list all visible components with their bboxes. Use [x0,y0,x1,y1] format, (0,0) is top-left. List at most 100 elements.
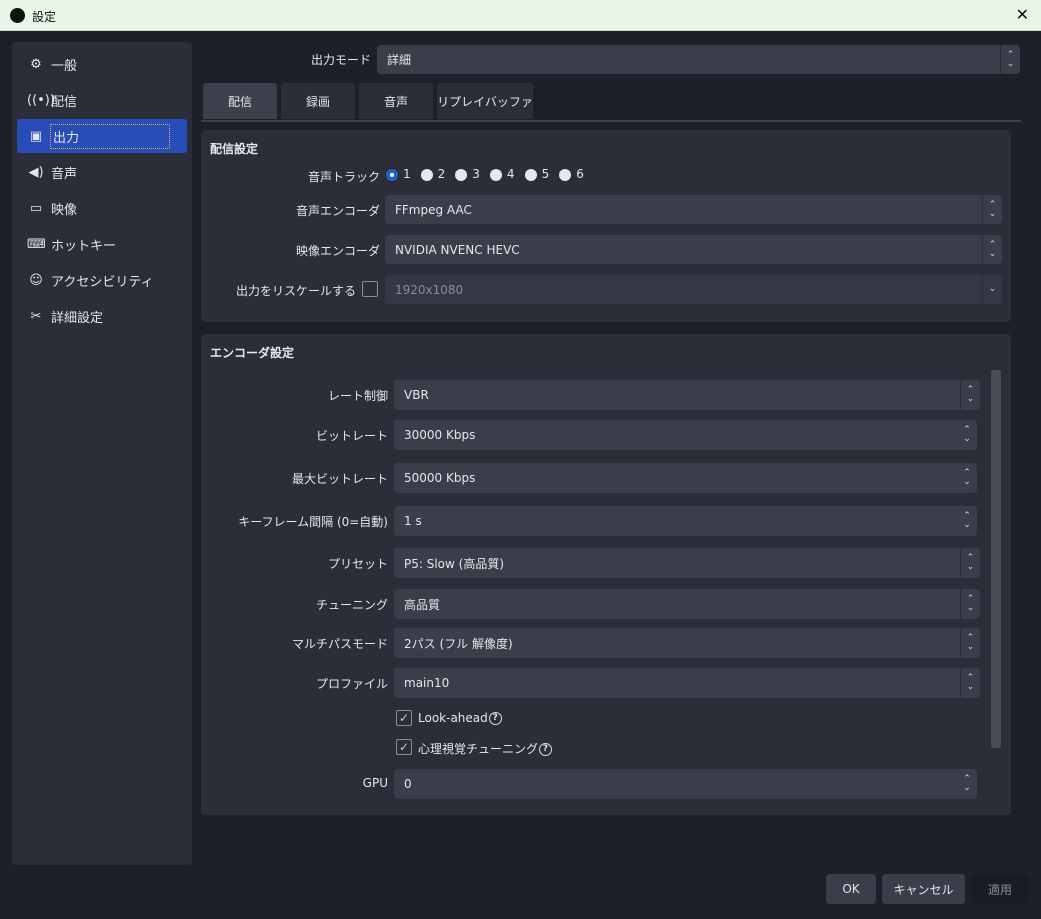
audio-track-radios: 1 2 3 4 5 6 [386,167,584,181]
psycho-visual-checkbox[interactable]: ✓ [396,739,412,755]
psycho-visual-label: 心理視覚チューニング? [418,740,553,757]
tab-replay-buffer[interactable]: リプレイバッファ [437,83,533,119]
video-encoder-select[interactable]: NVIDIA NVENC HEVC ⌃ ⌄ [385,235,1002,264]
tab-audio[interactable]: 音声 [359,83,433,119]
tuning-label: チューニング [315,598,388,612]
rate-control-select[interactable]: VBR ⌃ ⌄ [394,380,980,410]
chevron-down-icon: ⌄ [982,275,1002,304]
sidebar-item-label: 詳細設定 [51,310,104,326]
video-encoder-value: NVIDIA NVENC HEVC [395,242,520,257]
help-icon[interactable]: ? [488,712,502,725]
sidebar: ⚙ 一般 ((•)) 配信 ▣ 出力 ◀) 音声 ▭ 映像 ⌨ ホットキー ☺ アクセシビリテ… [12,42,192,865]
sidebar-item-stream[interactable]: ((•)) 配信 [17,83,187,117]
tools-icon: ✂ [30,308,42,324]
tuning-value: 高品質 [404,597,441,612]
keyframe-interval-value: 1 s [404,514,422,528]
tab-divider [201,120,1021,122]
spin-arrows-icon[interactable]: ⌃ ⌄ [957,463,977,493]
multipass-mode-select[interactable]: 2パス (フル 解像度) ⌃ ⌄ [394,628,980,658]
audio-encoder-value: FFmpeg AAC [395,202,472,217]
sidebar-item-accessibility[interactable]: ☺ アクセシビリティ [17,263,187,297]
sidebar-item-label: 配信 [51,94,78,110]
updown-icon: ⌃ ⌄ [960,380,980,410]
updown-icon: ⌃ ⌄ [960,668,980,698]
rescale-checkbox[interactable] [362,281,378,297]
close-button[interactable]: ✕ [1016,5,1029,24]
bitrate-value: 30000 Kbps [404,428,476,442]
help-icon[interactable]: ? [539,743,553,756]
keyboard-icon: ⌨ [27,236,46,252]
tuning-select[interactable]: 高品質 ⌃ ⌄ [394,589,980,619]
max-bitrate-spinbox[interactable]: 50000 Kbps ⌃ ⌄ [394,463,977,493]
obs-logo-icon [10,8,25,23]
sidebar-item-general[interactable]: ⚙ 一般 [17,47,187,81]
spin-arrows-icon[interactable]: ⌃ ⌄ [957,420,977,450]
audio-encoder-select[interactable]: FFmpeg AAC ⌃ ⌄ [385,195,1002,224]
spin-arrows-icon[interactable]: ⌃ ⌄ [957,506,977,536]
sidebar-item-label: 出力 [49,123,171,149]
rate-control-label: レート制御 [327,389,388,403]
profile-value: main10 [404,676,450,690]
scrollbar[interactable] [991,370,1001,748]
stream-settings-title: 配信設定 [210,142,259,156]
output-icon: ▣ [29,128,43,144]
lookahead-checkbox[interactable]: ✓ [396,710,412,726]
gpu-value: 0 [404,777,412,791]
track-radio-5[interactable]: 5 [524,167,549,181]
sidebar-item-output[interactable]: ▣ 出力 [17,119,187,153]
tab-recording[interactable]: 録画 [281,83,355,119]
track-radio-4[interactable]: 4 [489,167,515,181]
antenna-icon: ((•)) [27,92,55,108]
updown-icon: ⌃ ⌄ [960,628,980,658]
preset-select[interactable]: P5: Slow (高品質) ⌃ ⌄ [394,548,980,578]
preset-value: P5: Slow (高品質) [404,556,505,571]
sidebar-item-label: 映像 [51,202,78,218]
updown-icon: ⌃ ⌄ [960,589,980,619]
profile-select[interactable]: main10 ⌃ ⌄ [394,668,980,698]
sidebar-item-label: ホットキー [51,238,117,254]
track-radio-2[interactable]: 2 [420,167,445,181]
monitor-icon: ▭ [29,200,43,216]
multipass-mode-value: 2パス (フル 解像度) [404,636,513,651]
bitrate-spinbox[interactable]: 30000 Kbps ⌃ ⌄ [394,420,977,450]
tab-stream[interactable]: 配信 [203,83,277,119]
updown-icon: ⌃ ⌄ [1000,45,1020,74]
track-radio-1[interactable]: 1 [386,167,411,181]
max-bitrate-label: 最大ビットレート [291,472,388,486]
updown-icon: ⌃ ⌄ [982,235,1002,264]
keyframe-interval-label: キーフレーム間隔 (0=自動) [238,515,388,529]
track-radio-3[interactable]: 3 [455,167,480,181]
updown-icon: ⌃ ⌄ [982,195,1002,224]
gpu-spinbox[interactable]: 0 ⌃ ⌄ [394,769,977,799]
lookahead-label: Look-ahead? [418,711,502,725]
output-mode-value: 詳細 [387,53,412,67]
cancel-button[interactable]: キャンセル [882,874,965,904]
bitrate-label: ビットレート [315,429,388,443]
accessibility-icon: ☺ [29,272,43,288]
rescale-value: 1920x1080 [395,282,464,297]
track-radio-6[interactable]: 6 [559,167,584,181]
profile-label: プロファイル [315,677,388,691]
sidebar-item-advanced[interactable]: ✂ 詳細設定 [17,299,187,333]
title-bar: 設定 ✕ [0,0,1041,31]
ok-button[interactable]: OK [826,874,876,904]
apply-button[interactable]: 適用 [971,874,1029,904]
sidebar-item-video[interactable]: ▭ 映像 [17,191,187,225]
speaker-icon: ◀) [28,164,44,180]
window-title: 設定 [32,10,57,24]
output-mode-select[interactable]: 詳細 ⌃ ⌄ [377,45,1020,74]
multipass-mode-label: マルチパスモード [291,637,388,651]
sidebar-item-label: 音声 [51,166,78,182]
sidebar-item-label: アクセシビリティ [51,274,154,290]
rate-control-value: VBR [404,388,429,402]
preset-label: プリセット [327,557,388,571]
gear-icon: ⚙ [30,56,42,72]
updown-icon: ⌃ ⌄ [960,548,980,578]
video-encoder-label: 映像エンコーダ [295,244,380,258]
rescale-resolution-select: 1920x1080 ⌄ [385,275,1002,304]
sidebar-item-hotkeys[interactable]: ⌨ ホットキー [17,227,187,261]
gpu-label: GPU [362,776,388,790]
spin-arrows-icon[interactable]: ⌃ ⌄ [957,769,977,799]
sidebar-item-audio[interactable]: ◀) 音声 [17,155,187,189]
keyframe-interval-spinbox[interactable]: 1 s ⌃ ⌄ [394,506,977,536]
